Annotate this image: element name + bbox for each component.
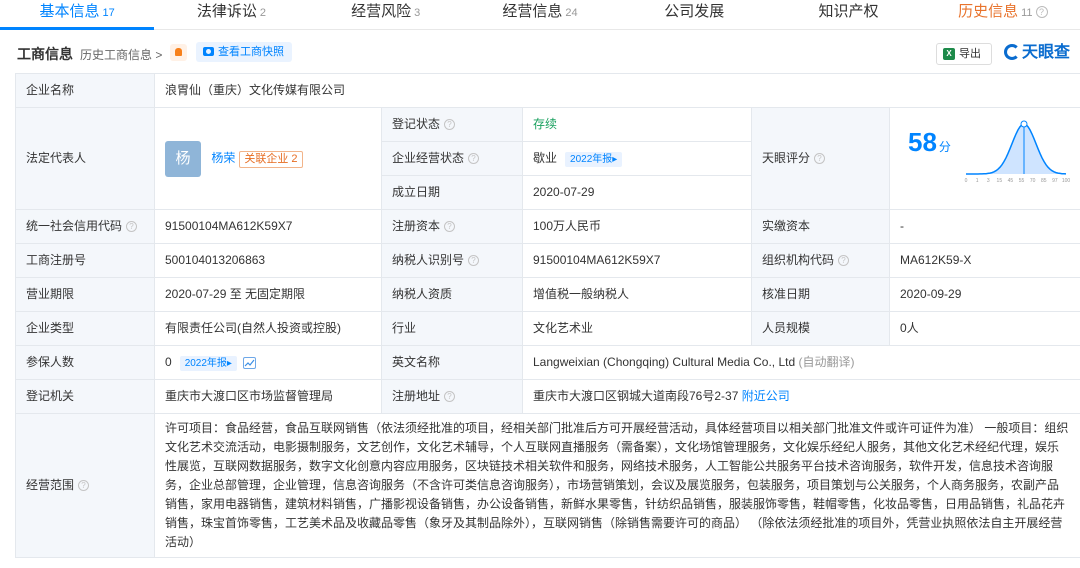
score-tick-label: 70: [1030, 178, 1036, 184]
credit-label: 统一社会信用代码: [26, 219, 123, 233]
founded-label: 成立日期: [381, 175, 523, 210]
staff-label: 人员规模: [751, 311, 890, 346]
help-icon[interactable]: ?: [468, 255, 480, 267]
status-label: 登记状态: [392, 117, 441, 131]
name-label: 企业名称: [15, 73, 155, 108]
score-value: 58: [908, 127, 937, 157]
term-value: 2020-07-29 至 无固定期限: [154, 277, 382, 312]
authority-value: 重庆市大渡口区市场监督管理局: [154, 379, 382, 414]
industry-value: 文化艺术业: [522, 311, 752, 346]
help-icon[interactable]: ?: [126, 221, 138, 233]
tianyan-score[interactable]: 58 分 0 1 3 15 45 55 70 85 97 100: [889, 107, 1080, 210]
score-tick-label: 55: [1019, 178, 1025, 184]
capital-value: 100万人民币: [522, 209, 752, 244]
taxpayer-value: 增值税一般纳税人: [522, 277, 752, 312]
export-button[interactable]: X 导出: [936, 43, 992, 65]
score-tick-label: 0: [965, 178, 968, 184]
op-status-value: 歇业: [533, 151, 558, 165]
annual-report-tag[interactable]: 2022年报▸: [565, 152, 623, 167]
paid-value: -: [889, 209, 1080, 244]
auto-translate-note: (自动翻译): [798, 355, 855, 369]
bell-icon[interactable]: [170, 44, 187, 61]
score-tick-label: 3: [987, 178, 990, 184]
staff-value: 0人: [889, 311, 1080, 346]
address-label: 注册地址: [392, 389, 441, 403]
history-link[interactable]: 历史工商信息 >: [80, 46, 162, 63]
en-name-value: Langweixian (Chongqing) Cultural Media C…: [533, 355, 796, 369]
score-label: 天眼评分: [762, 151, 811, 165]
score-distribution-chart: 0 1 3 15 45 55 70 85 97 100: [965, 120, 1070, 184]
reg-no-value: 500104013206863: [154, 243, 382, 278]
insured-value: 0: [165, 355, 172, 369]
avatar[interactable]: 杨: [165, 140, 201, 177]
insured-label: 参保人数: [15, 345, 155, 380]
tab-bar: 基本信息 17 法律诉讼 2 经营风险 3 经营信息 24 公司发展 知识产权 历史信息…: [0, 0, 1080, 30]
related-companies-badge[interactable]: 关联企业 2: [239, 150, 303, 168]
tax-id-label: 纳税人识别号: [392, 253, 465, 267]
score-tick-label: 15: [997, 178, 1003, 184]
section-title: 工商信息: [17, 46, 73, 62]
tianyancha-logo: 天眼查: [1004, 42, 1070, 64]
nearby-companies-link[interactable]: 附近公司: [742, 389, 790, 403]
org-code-value: MA612K59-X: [889, 243, 1080, 278]
section-header: 工商信息 历史工商信息 > 查看工商快照 X 导出 天眼查: [0, 36, 1080, 70]
approve-value: 2020-09-29: [889, 277, 1080, 312]
annual-report-tag[interactable]: 2022年报▸: [179, 356, 237, 371]
tab-development[interactable]: 公司发展: [617, 0, 771, 29]
business-info-table: 企业名称 浪胃仙（重庆）文化传媒有限公司 法定代表人 杨 杨荣 关联企业 2 登记…: [15, 73, 1080, 558]
score-tick-label: 85: [1041, 178, 1047, 184]
founded-value: 2020-07-29: [522, 175, 752, 210]
help-icon[interactable]: ?: [1035, 6, 1048, 19]
approve-label: 核准日期: [751, 277, 890, 312]
op-status-label: 企业经营状态: [392, 151, 465, 165]
help-icon[interactable]: ?: [444, 221, 456, 233]
score-tick-label: 97: [1052, 178, 1058, 184]
legal-rep: 杨 杨荣 关联企业 2: [154, 107, 382, 210]
trend-chart-icon[interactable]: [242, 356, 256, 369]
logo-icon: [1004, 44, 1020, 60]
tab-legal[interactable]: 法律诉讼 2: [154, 0, 308, 29]
tab-ip[interactable]: 知识产权: [771, 0, 925, 29]
snapshot-button[interactable]: 查看工商快照: [196, 42, 292, 62]
tax-id-value: 91500104MA612K59X7: [522, 243, 752, 278]
excel-icon: X: [943, 48, 955, 60]
term-label: 营业期限: [15, 277, 155, 312]
help-icon[interactable]: ?: [838, 255, 850, 267]
score-tick-label: 45: [1008, 178, 1014, 184]
capital-label: 注册资本: [392, 219, 441, 233]
tab-risk[interactable]: 经营风险 3: [309, 0, 463, 29]
tab-basic-info[interactable]: 基本信息 17: [0, 0, 155, 30]
org-code-label: 组织机构代码: [762, 253, 835, 267]
reg-no-label: 工商注册号: [15, 243, 155, 278]
help-icon[interactable]: ?: [468, 153, 480, 165]
credit-value: 91500104MA612K59X7: [154, 209, 382, 244]
help-icon[interactable]: ?: [444, 119, 456, 131]
help-icon[interactable]: ?: [444, 391, 456, 403]
help-icon[interactable]: ?: [78, 480, 90, 492]
tab-history[interactable]: 历史信息 11?: [926, 0, 1080, 29]
score-tick-label: 1: [976, 178, 979, 184]
camera-icon: [203, 47, 214, 56]
scope-label: 经营范围: [26, 478, 75, 492]
authority-label: 登记机关: [15, 379, 155, 414]
industry-label: 行业: [381, 311, 523, 346]
rep-label: 法定代表人: [15, 107, 155, 210]
status-value: 存续: [522, 107, 752, 142]
type-label: 企业类型: [15, 311, 155, 346]
score-marker: [1020, 120, 1028, 128]
paid-label: 实缴资本: [751, 209, 890, 244]
business-scope: 许可项目：食品经营，食品互联网销售（依法须经批准的项目，经相关部门批准后方可开展…: [154, 413, 1080, 558]
type-value: 有限责任公司(自然人投资或控股): [154, 311, 382, 346]
tab-operation[interactable]: 经营信息 24: [463, 0, 617, 29]
company-name: 浪胃仙（重庆）文化传媒有限公司: [154, 73, 1080, 108]
help-icon[interactable]: ?: [814, 153, 826, 165]
taxpayer-label: 纳税人资质: [381, 277, 523, 312]
en-label: 英文名称: [381, 345, 523, 380]
address-value: 重庆市大渡口区钢城大道南段76号2-37: [533, 389, 739, 403]
score-tick-label: 100: [1062, 178, 1070, 184]
score-area: [966, 124, 1066, 174]
rep-name-link[interactable]: 杨荣: [211, 151, 235, 165]
